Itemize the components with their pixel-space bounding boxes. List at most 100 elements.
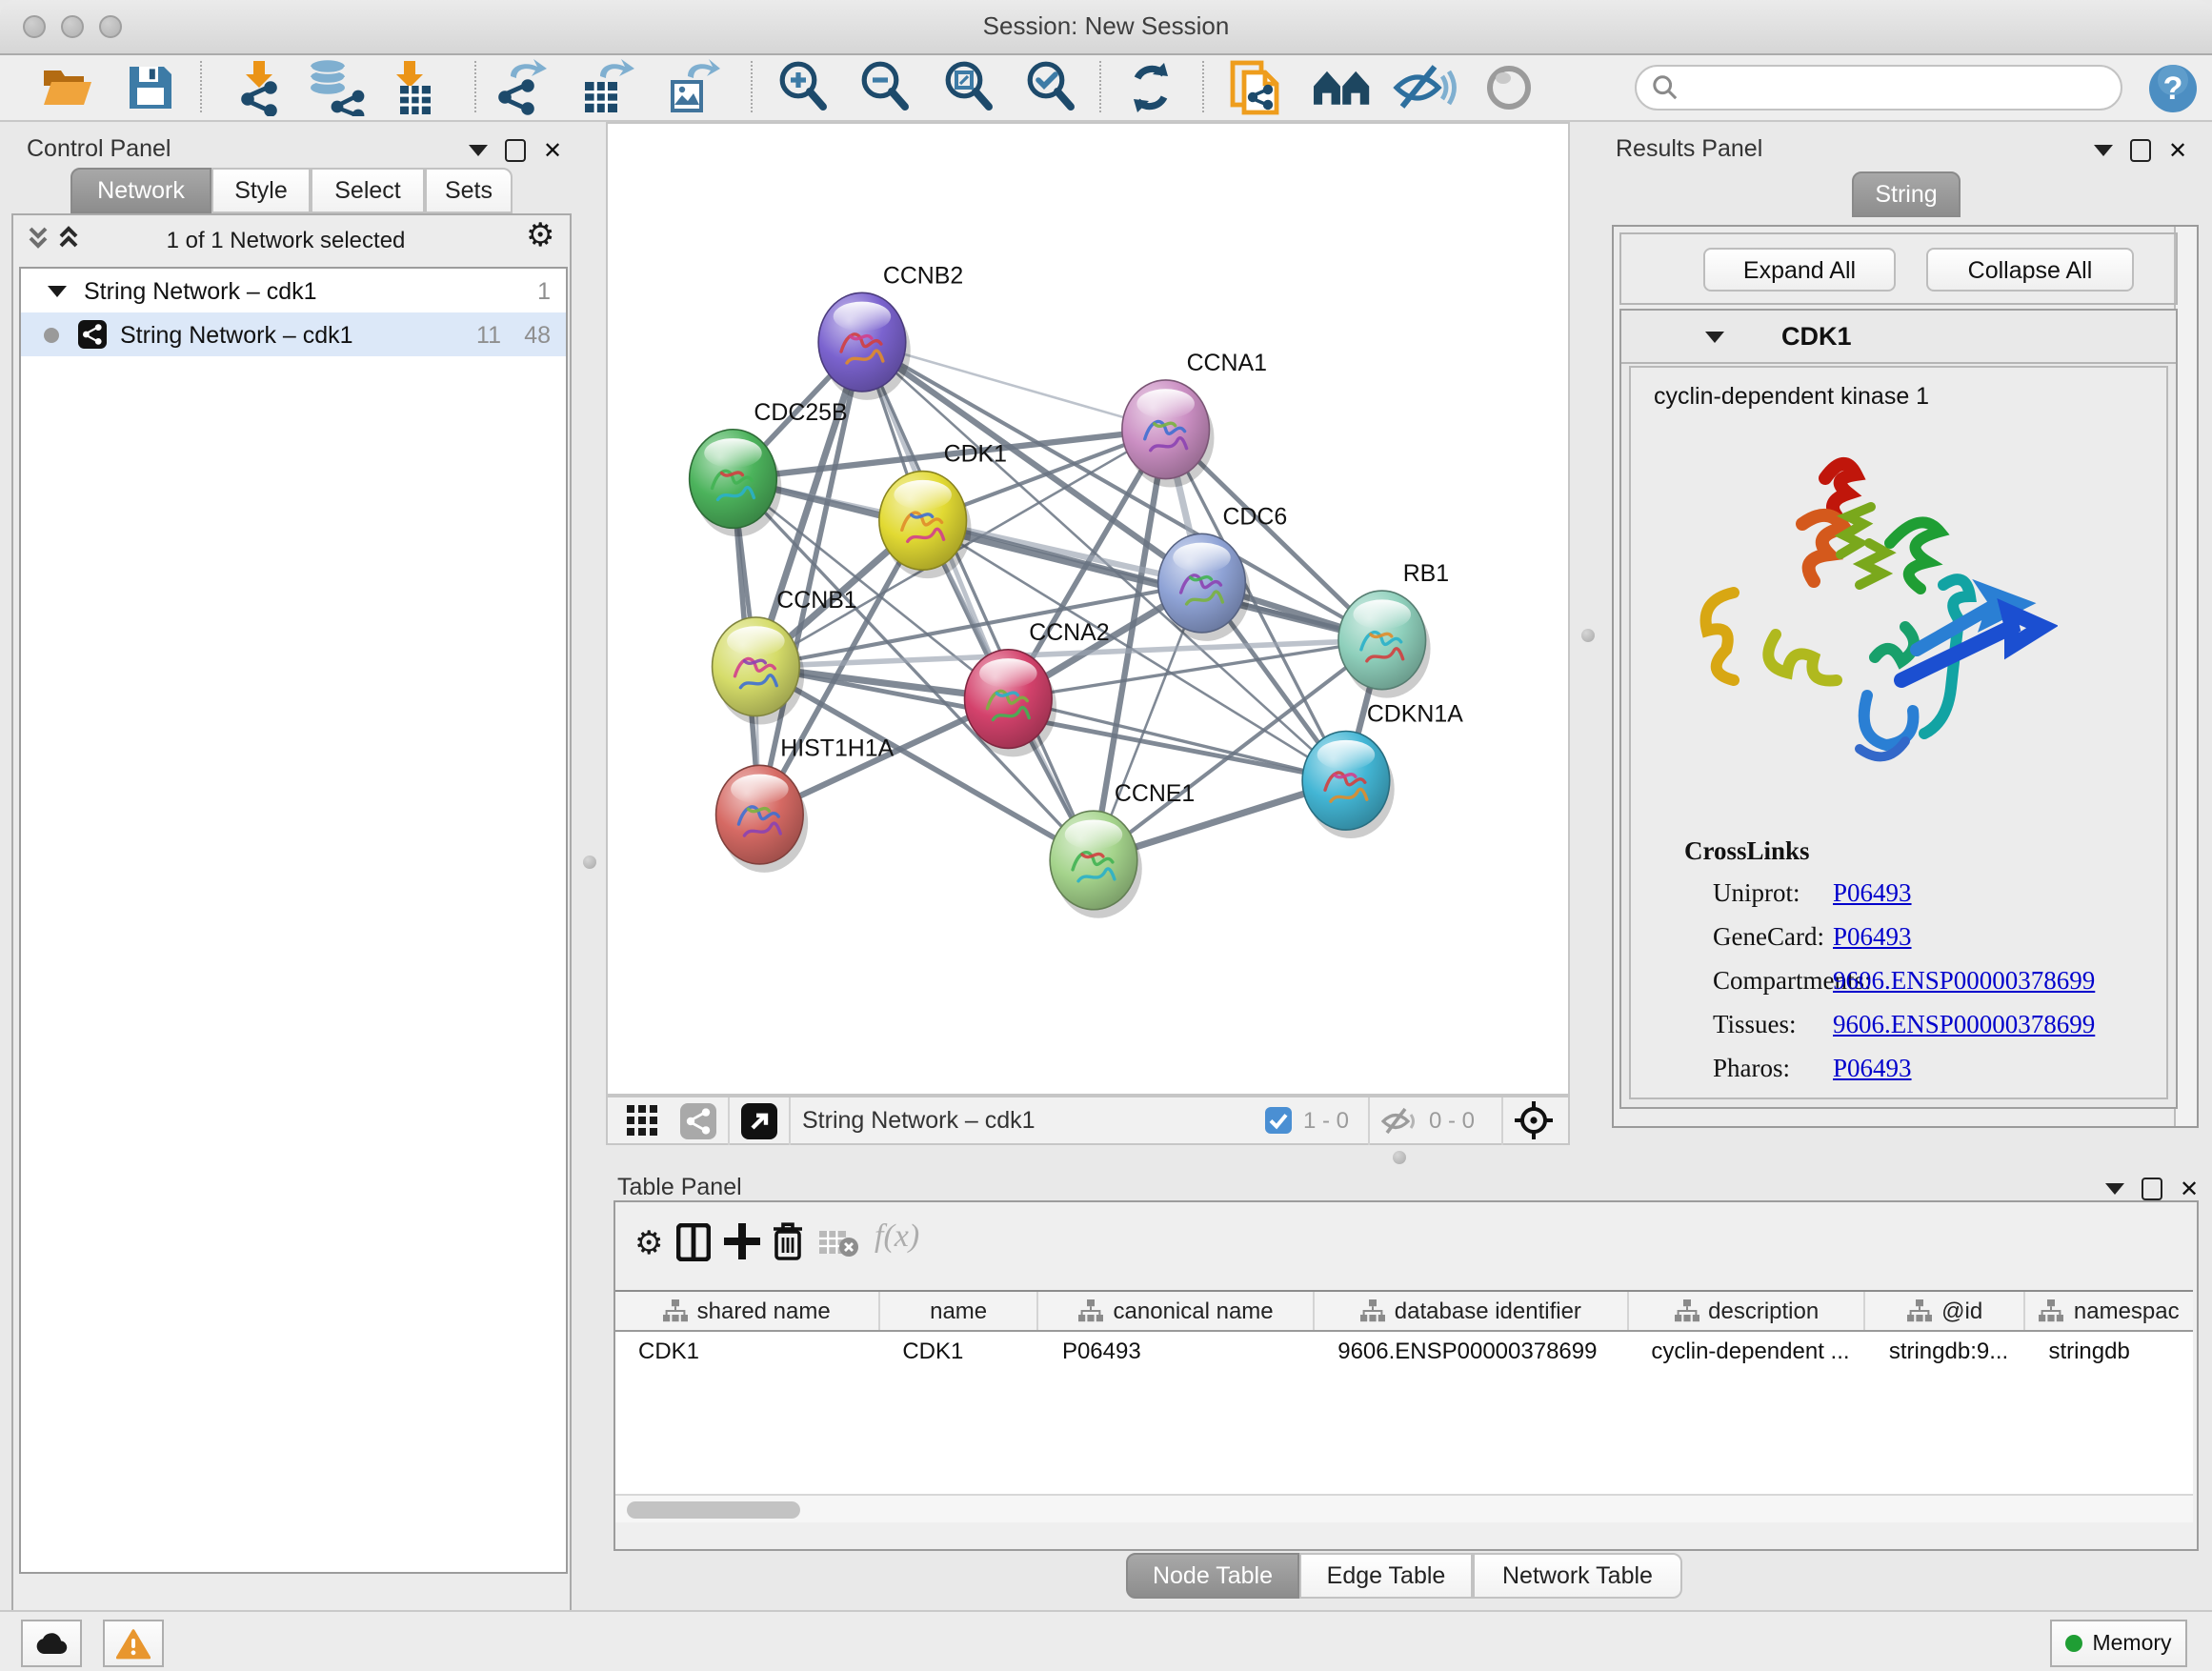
- node-label: CCNE1: [1115, 780, 1195, 807]
- column-header[interactable]: namespac: [2025, 1292, 2193, 1330]
- refresh-icon[interactable]: [1118, 57, 1183, 118]
- export-image-icon[interactable]: [659, 57, 724, 118]
- horizontal-splitter-handle[interactable]: [1393, 1151, 1406, 1164]
- tab-node-table[interactable]: Node Table: [1126, 1553, 1299, 1599]
- current-view-dot-icon: [44, 327, 59, 342]
- close-panel-icon[interactable]: ✕: [2180, 1179, 2199, 1198]
- import-table-icon[interactable]: [381, 57, 446, 118]
- node-label: CDK1: [944, 441, 1007, 468]
- toolbar-separator: [474, 61, 476, 112]
- clone-network-icon[interactable]: [1223, 57, 1288, 118]
- warnings-button[interactable]: [103, 1620, 164, 1667]
- zoom-fit-icon[interactable]: [935, 57, 1000, 118]
- memory-button[interactable]: Memory: [2050, 1620, 2187, 1667]
- search-input[interactable]: [1688, 72, 2105, 103]
- save-session-icon[interactable]: [118, 57, 183, 118]
- collapse-panel-icon[interactable]: [2105, 1183, 2124, 1195]
- show-columns-icon[interactable]: [676, 1223, 711, 1261]
- node-label: CCNB1: [776, 587, 856, 614]
- export-network-icon[interactable]: [488, 57, 553, 118]
- table-panel-title: Table Panel: [617, 1174, 742, 1200]
- tab-network-table[interactable]: Network Table: [1473, 1553, 1682, 1599]
- crosslink-uniprot-link[interactable]: P06493: [1833, 878, 1912, 907]
- network-node-CCNB1[interactable]: CCNB1: [713, 587, 857, 725]
- column-header[interactable]: description: [1628, 1292, 1865, 1330]
- table-options-gear-icon[interactable]: ⚙: [634, 1227, 664, 1259]
- import-network-from-database-icon[interactable]: [303, 57, 368, 118]
- tab-select[interactable]: Select: [311, 168, 425, 213]
- cloud-status-button[interactable]: [21, 1620, 82, 1667]
- collapse-all-button[interactable]: Collapse All: [1926, 248, 2134, 292]
- tab-sets[interactable]: Sets: [425, 168, 513, 213]
- export-table-icon[interactable]: [573, 57, 638, 118]
- network-node-HIST1H1A[interactable]: HIST1H1A: [716, 735, 895, 873]
- network-collection-row[interactable]: String Network – cdk1 1: [21, 269, 566, 312]
- title-bar: Session: New Session: [0, 0, 2212, 55]
- collapse-panel-icon[interactable]: [469, 145, 488, 156]
- close-panel-icon[interactable]: ✕: [543, 141, 562, 160]
- column-header[interactable]: shared name: [615, 1292, 879, 1330]
- table-horizontal-scrollbar[interactable]: [615, 1494, 2193, 1522]
- hide-selected-icon[interactable]: [1393, 57, 1458, 118]
- expand-all-button[interactable]: Expand All: [1703, 248, 1896, 292]
- network-view-canvas[interactable]: CCNB2CCNA1CDC25BCDK1CDC6RB1CCNB1CCNA2CDK…: [606, 122, 1570, 1096]
- selected-checkbox-icon[interactable]: [1265, 1107, 1292, 1134]
- close-panel-icon[interactable]: ✕: [2168, 141, 2187, 160]
- delete-column-icon[interactable]: [772, 1221, 804, 1261]
- network-node-CDKN1A[interactable]: CDKN1A: [1302, 701, 1463, 839]
- toolbar-separator: [1202, 61, 1204, 112]
- node-label: CDKN1A: [1367, 701, 1463, 728]
- network-canvas: CCNB2CCNA1CDC25BCDK1CDC6RB1CCNB1CCNA2CDK…: [608, 124, 1568, 1094]
- table-row[interactable]: CDK1 CDK1 P06493 9606.ENSP00000378699 cy…: [615, 1332, 2193, 1370]
- detach-view-icon[interactable]: [741, 1102, 777, 1138]
- protein-section-header[interactable]: CDK1: [1621, 311, 2176, 364]
- column-header[interactable]: @id: [1866, 1292, 2026, 1330]
- birds-eye-view-icon[interactable]: [1515, 1101, 1553, 1139]
- crosslink-tissues-link[interactable]: 9606.ENSP00000378699: [1833, 1010, 2095, 1038]
- crosslink-genecard-link[interactable]: P06493: [1833, 922, 1912, 951]
- column-header[interactable]: name: [879, 1292, 1039, 1330]
- show-graphics-details-icon[interactable]: [1477, 57, 1541, 118]
- import-network-icon[interactable]: [227, 57, 292, 118]
- grid-view-icon[interactable]: [627, 1104, 659, 1137]
- section-expander-icon: [1705, 331, 1724, 342]
- network-node-CCNE1[interactable]: CCNE1: [1050, 780, 1195, 918]
- network-edge[interactable]: [862, 342, 1094, 860]
- tab-edge-table[interactable]: Edge Table: [1299, 1553, 1473, 1599]
- search-field[interactable]: [1635, 65, 2122, 111]
- network-node-CCNA1[interactable]: CCNA1: [1122, 350, 1267, 488]
- network-node-CCNB2[interactable]: CCNB2: [818, 262, 963, 400]
- network-view-mode-icon[interactable]: [680, 1102, 716, 1138]
- vertical-splitter-handle[interactable]: [583, 856, 596, 869]
- column-header[interactable]: canonical name: [1039, 1292, 1315, 1330]
- float-panel-icon[interactable]: [2130, 139, 2151, 162]
- add-column-icon[interactable]: [724, 1223, 760, 1259]
- network-row[interactable]: String Network – cdk1 11 48: [21, 312, 566, 356]
- collection-expander-icon[interactable]: [48, 285, 67, 296]
- open-session-icon[interactable]: [34, 57, 99, 118]
- collapse-all-networks-icon[interactable]: [57, 225, 80, 252]
- string-app-icon: [78, 320, 107, 349]
- network-node-RB1[interactable]: RB1: [1338, 560, 1449, 698]
- node-label: CDC6: [1222, 503, 1287, 530]
- scrollbar-thumb[interactable]: [627, 1500, 800, 1518]
- crosslink-compartments-link[interactable]: 9606.ENSP00000378699: [1833, 966, 2095, 995]
- zoom-selected-icon[interactable]: [1017, 57, 1082, 118]
- tab-network[interactable]: Network: [70, 168, 211, 213]
- tab-string-results[interactable]: String: [1852, 171, 1961, 217]
- zoom-out-icon[interactable]: [852, 57, 916, 118]
- tab-style[interactable]: Style: [211, 168, 311, 213]
- float-panel-icon[interactable]: [505, 139, 526, 162]
- collapse-panel-icon[interactable]: [2094, 145, 2113, 156]
- column-header[interactable]: database identifier: [1315, 1292, 1628, 1330]
- first-neighbors-icon[interactable]: [1311, 57, 1376, 118]
- expand-all-networks-icon[interactable]: [27, 225, 50, 252]
- help-icon[interactable]: ?: [2140, 57, 2204, 118]
- node-count: 11: [476, 321, 501, 348]
- network-options-gear-icon[interactable]: ⚙: [526, 219, 555, 252]
- float-panel-icon[interactable]: [2142, 1178, 2162, 1200]
- crosslink-pharos-link[interactable]: P06493: [1833, 1054, 1912, 1082]
- vertical-splitter-handle[interactable]: [1581, 629, 1595, 642]
- zoom-in-icon[interactable]: [770, 57, 835, 118]
- network-selection-status: 1 of 1 Network selected: [114, 227, 457, 253]
